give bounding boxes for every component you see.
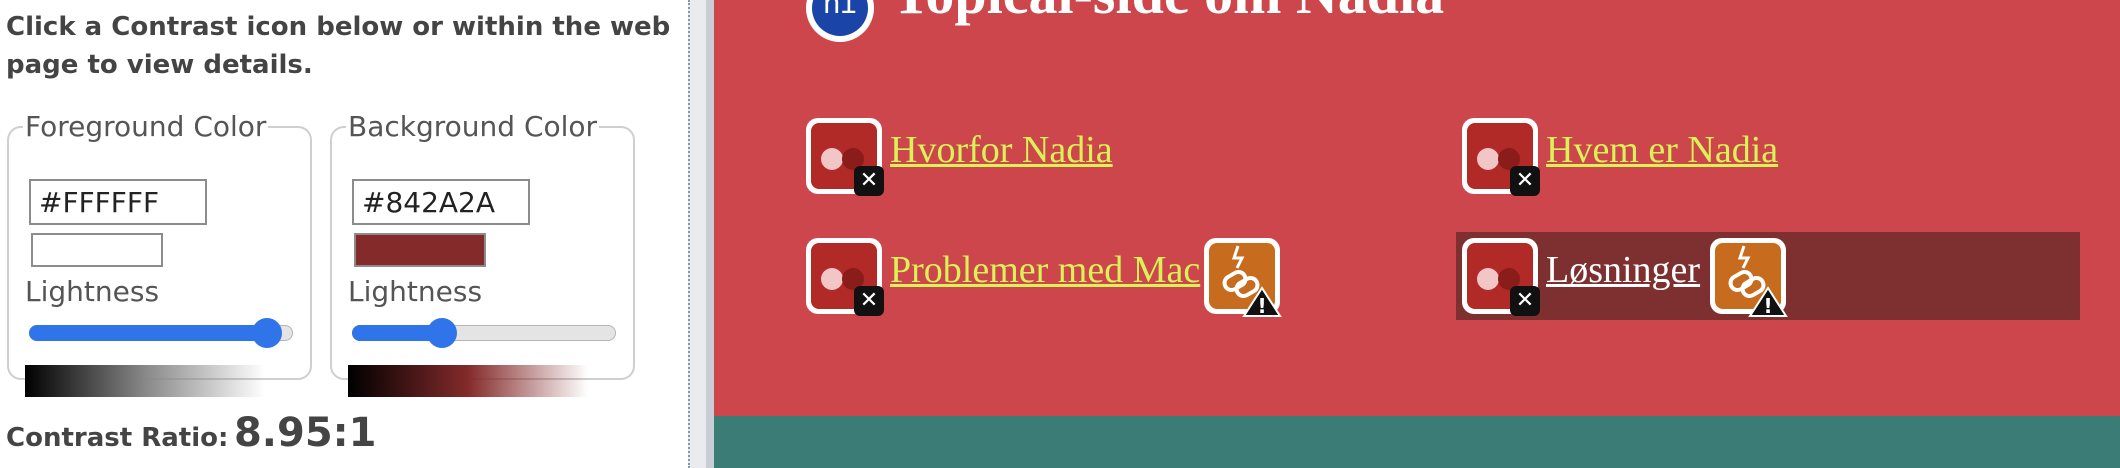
background-slider-thumb[interactable]	[426, 318, 457, 348]
foreground-slider-fill	[29, 325, 267, 341]
instructions-text: Click a Contrast icon below or within th…	[6, 12, 671, 80]
link-hvorfor-nadia[interactable]: Hvorfor Nadia	[890, 128, 1113, 172]
link-losninger[interactable]: Løsninger	[1546, 248, 1700, 292]
redundant-link-alert-icon[interactable]: !	[1710, 238, 1788, 318]
contrast-error-icon[interactable]: ✕	[806, 118, 884, 196]
contrast-ratio: Contrast Ratio: 8.95:1	[6, 410, 376, 456]
background-hex-input[interactable]	[352, 179, 530, 225]
contrast-ratio-value: 8.95:1	[233, 410, 377, 456]
chain-link-icon: !	[1222, 245, 1282, 318]
background-swatch	[354, 233, 486, 267]
svg-text:!: !	[1763, 294, 1772, 318]
background-lightness-slider[interactable]	[352, 318, 616, 348]
foreground-color-group: Foreground Color Lightness	[7, 110, 312, 397]
wave-sidebar-panel: Click a Contrast icon below or within th…	[0, 0, 688, 468]
close-icon: ✕	[1510, 166, 1540, 196]
close-icon: ✕	[854, 286, 884, 316]
heading-structure-icon[interactable]: h1	[806, 0, 874, 42]
close-icon: ✕	[1510, 286, 1540, 316]
redundant-link-alert-icon[interactable]: !	[1204, 238, 1282, 318]
foreground-slider-thumb[interactable]	[251, 318, 282, 348]
foreground-lightness-label: Lightness	[25, 275, 160, 308]
close-icon: ✕	[854, 166, 884, 196]
chain-link-icon: !	[1728, 245, 1788, 318]
contrast-error-icon[interactable]: ✕	[1462, 238, 1540, 316]
link-hvem-er-nadia[interactable]: Hvem er Nadia	[1546, 128, 1778, 172]
foreground-legend: Foreground Color	[25, 110, 267, 143]
background-lightness-label: Lightness	[348, 275, 483, 308]
page-footer-band	[714, 416, 2120, 468]
panel-resize-divider[interactable]	[688, 0, 714, 468]
background-lightness-gradient	[348, 365, 588, 397]
foreground-swatch	[31, 233, 163, 267]
foreground-lightness-slider[interactable]	[29, 318, 293, 348]
contrast-ratio-label: Contrast Ratio:	[6, 423, 229, 453]
svg-text:!: !	[1257, 294, 1266, 318]
page-heading: Topical-side om Nadia	[892, 0, 1444, 27]
background-color-group: Background Color Lightness	[330, 110, 635, 397]
background-legend: Background Color	[348, 110, 598, 143]
webpage-viewport: h1 Topical-side om Nadia ✕ Hvorfor Nadia…	[714, 0, 2120, 468]
contrast-error-icon[interactable]: ✕	[1462, 118, 1540, 196]
foreground-lightness-gradient	[25, 365, 265, 397]
foreground-hex-input[interactable]	[29, 179, 207, 225]
link-problemer-med-mac[interactable]: Problemer med Mac	[890, 248, 1200, 292]
contrast-error-icon[interactable]: ✕	[806, 238, 884, 316]
